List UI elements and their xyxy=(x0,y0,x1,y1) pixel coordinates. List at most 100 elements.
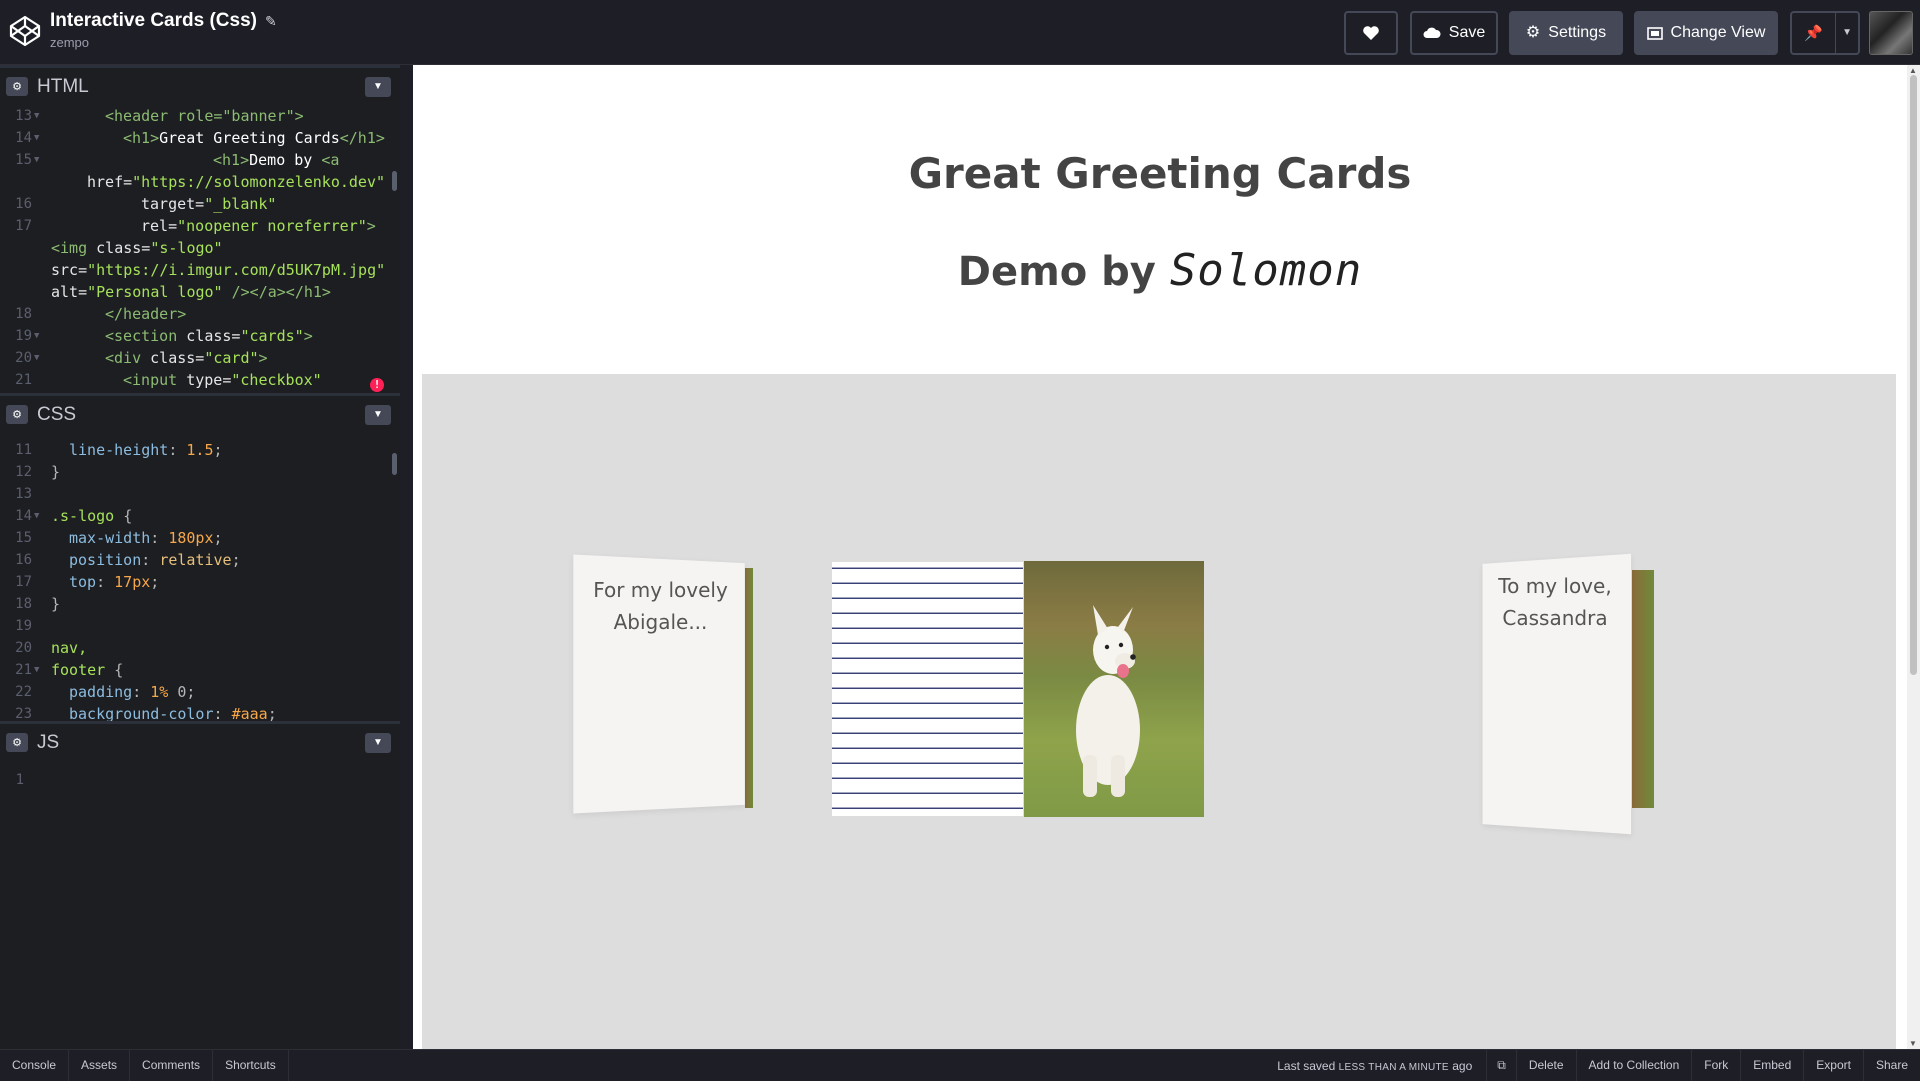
code-token: <div xyxy=(105,349,151,367)
code-token: > xyxy=(258,349,268,367)
html-code-area[interactable]: 13 ▼ <header role="banner"> 14 ▼ <h1>Great G… xyxy=(0,105,400,393)
line-number: 16 xyxy=(15,196,32,212)
last-saved-status: Last saved LESS THAN A MINUTE ago xyxy=(1263,1059,1486,1073)
greeting-card-open-inside[interactable] xyxy=(831,561,1024,817)
code-token: position xyxy=(69,551,142,569)
editor-column: ⚙ HTML ▼ 13 ▼ <header role="banner"> 14 ▼ <h… xyxy=(0,65,400,1049)
code-token: : xyxy=(96,573,115,591)
fold-icon[interactable]: ▼ xyxy=(34,325,39,347)
export-button[interactable]: Export xyxy=(1804,1050,1864,1081)
fold-icon[interactable]: ▼ xyxy=(34,347,39,369)
card-text-cassandra: To my love, Cassandra xyxy=(1480,570,1630,634)
settings-label: Settings xyxy=(1548,24,1607,41)
chevron-down-icon[interactable]: ▼ xyxy=(1835,13,1852,53)
codepen-logo-icon[interactable] xyxy=(8,14,42,48)
line-number: 23 xyxy=(15,706,32,721)
code-token: } xyxy=(51,463,61,481)
external-link-icon[interactable]: ⧉ xyxy=(1486,1050,1517,1081)
line-number: 17 xyxy=(15,218,32,234)
code-token: 180px xyxy=(168,529,214,547)
line-number: 15 xyxy=(15,530,32,546)
code-token: ; xyxy=(150,573,160,591)
css-scrollbar[interactable] xyxy=(392,453,397,475)
code-token: ; xyxy=(213,441,223,459)
fold-icon[interactable]: ▼ xyxy=(34,505,39,527)
pen-title-text[interactable]: Interactive Cards (Css) xyxy=(50,10,257,32)
code-token: relative xyxy=(159,551,232,569)
code-token: 1.5 xyxy=(186,441,214,459)
line-number: 19 xyxy=(15,618,32,634)
fold-icon[interactable]: ▼ xyxy=(34,127,39,149)
code-token: { xyxy=(114,507,133,525)
save-button[interactable]: Save xyxy=(1410,11,1498,55)
error-marker[interactable]: ! xyxy=(370,378,384,392)
js-editor-panel: ⚙ JS ▼ 1 xyxy=(0,721,400,1049)
pen-author[interactable]: zempo xyxy=(50,35,277,50)
css-code-area[interactable]: 11 line-height: 1.5; 12} 13 14 ▼ .s-logo { … xyxy=(0,433,400,721)
assets-button[interactable]: Assets xyxy=(69,1049,131,1081)
preview-scrollbar[interactable]: ▲ ▼ xyxy=(1907,65,1920,1049)
fold-icon[interactable]: ▼ xyxy=(34,105,39,127)
css-editor-panel: ⚙ CSS ▼ 11 line-height: 1.5; 12} 13 14 ▼ .s… xyxy=(0,393,400,721)
chevron-down-icon[interactable]: ▼ xyxy=(365,404,391,425)
code-token: /></a></h1> xyxy=(222,283,331,301)
fold-icon[interactable]: ▼ xyxy=(34,149,39,171)
code-token: "s-logo" xyxy=(150,239,223,257)
pin-button[interactable]: 📌 ▼ xyxy=(1790,11,1860,55)
embed-button[interactable]: Embed xyxy=(1741,1050,1805,1081)
line-number: 18 xyxy=(15,306,32,322)
code-token: : xyxy=(168,441,187,459)
code-token: : xyxy=(150,529,169,547)
css-panel-header: ⚙ CSS ▼ xyxy=(0,393,400,433)
code-token: <a xyxy=(321,151,340,169)
code-token: 1% xyxy=(150,683,169,701)
add-to-collection-button[interactable]: Add to Collection xyxy=(1577,1050,1693,1081)
code-token: <header role="banner"> xyxy=(105,107,304,125)
share-button[interactable]: Share xyxy=(1864,1050,1920,1081)
line-number: 20 xyxy=(15,350,32,366)
chevron-down-icon[interactable]: ▼ xyxy=(365,732,391,753)
line-number: 20 xyxy=(15,640,32,656)
avatar[interactable] xyxy=(1869,11,1913,55)
line-number: 13 xyxy=(15,108,32,124)
code-token: : xyxy=(213,705,232,721)
settings-button[interactable]: ⚙ Settings xyxy=(1509,11,1623,55)
code-token: class= xyxy=(150,349,205,367)
line-number: 1 xyxy=(15,772,24,788)
gear-icon[interactable]: ⚙ xyxy=(6,77,28,96)
pencil-icon[interactable]: ✎ xyxy=(265,13,277,30)
js-panel-title: JS xyxy=(37,731,60,753)
code-token: 17px xyxy=(114,573,151,591)
code-token: Great Greeting Cards xyxy=(159,129,340,147)
pen-title[interactable]: Interactive Cards (Css) ✎ xyxy=(50,10,277,32)
pen-title-block: Interactive Cards (Css) ✎ zempo xyxy=(50,10,277,50)
fork-button[interactable]: Fork xyxy=(1692,1050,1742,1081)
line-number: 11 xyxy=(15,442,32,458)
scroll-down-icon[interactable]: ▼ xyxy=(1909,1039,1917,1048)
line-number: 19 xyxy=(15,328,32,344)
code-token: { xyxy=(105,661,124,679)
html-scrollbar[interactable] xyxy=(392,171,397,191)
signature-logo-link[interactable]: Solomon xyxy=(1170,245,1362,296)
gear-icon[interactable]: ⚙ xyxy=(6,405,28,424)
code-token: "noopener noreferrer" xyxy=(177,217,367,235)
console-button[interactable]: Console xyxy=(0,1049,70,1081)
scroll-up-icon[interactable]: ▲ xyxy=(1909,66,1917,75)
code-token: nav, xyxy=(51,639,88,657)
change-view-button[interactable]: Change View xyxy=(1634,11,1778,55)
code-token: padding xyxy=(69,683,133,701)
card-edge xyxy=(745,568,753,808)
code-token: </header> xyxy=(105,305,187,323)
comments-button[interactable]: Comments xyxy=(130,1049,214,1081)
code-token: </h1> xyxy=(339,129,385,147)
scrollbar-thumb[interactable] xyxy=(1910,75,1917,675)
fold-icon[interactable]: ▼ xyxy=(34,659,39,681)
shortcuts-button[interactable]: Shortcuts xyxy=(213,1049,289,1081)
like-button[interactable] xyxy=(1344,11,1398,55)
js-code-area[interactable]: 1 xyxy=(0,761,400,1049)
chevron-down-icon[interactable]: ▼ xyxy=(365,76,391,97)
code-token: target= xyxy=(141,195,205,213)
gear-icon[interactable]: ⚙ xyxy=(6,733,28,752)
delete-button[interactable]: Delete xyxy=(1517,1050,1577,1081)
code-token: .s-logo xyxy=(51,507,115,525)
